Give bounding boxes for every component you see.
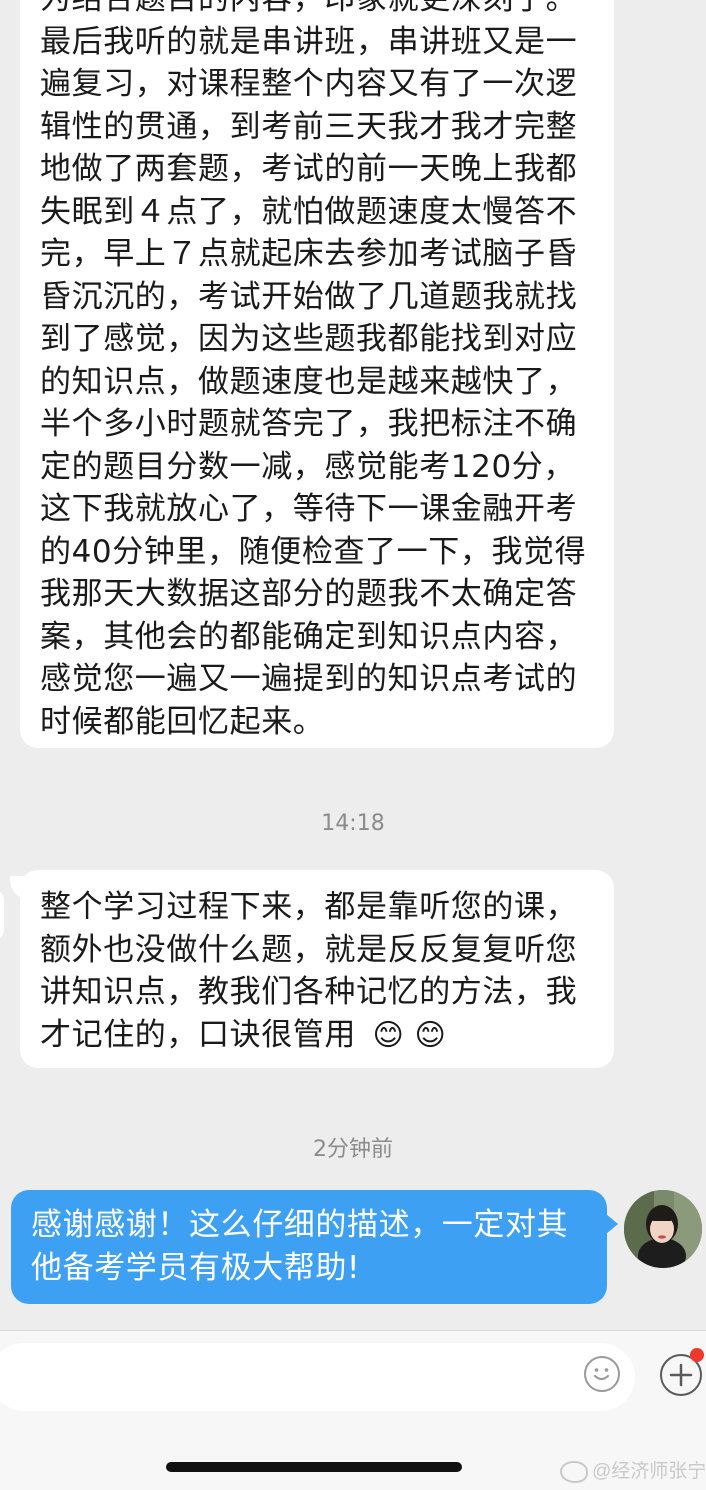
message-bubble-incoming-1[interactable]: 为结合题目的内容，印象就更深刻了。最后我听的就是串讲班，串讲班又是一遍复习，对课… xyxy=(20,0,614,748)
avatar[interactable] xyxy=(624,1190,702,1268)
bubble-tail xyxy=(10,876,32,900)
avatar-photo-icon xyxy=(624,1190,702,1268)
message-bubble-outgoing[interactable]: 感谢感谢！这么仔细的描述，一定对其他备考学员有极大帮助! xyxy=(11,1190,607,1304)
timestamp: 2分钟前 xyxy=(313,1137,393,1162)
home-indicator[interactable] xyxy=(166,1462,462,1472)
message-text: 整个学习过程下来，都是靠听您的课，额外也没做什么题，就是反反复复听您讲知识点，教… xyxy=(40,889,578,1053)
message-bubble-incoming-2[interactable]: 整个学习过程下来，都是靠听您的课，额外也没做什么题，就是反反复复听您讲知识点，教… xyxy=(10,870,614,1068)
weibo-logo-icon xyxy=(560,1460,588,1483)
watermark: @经济师张宁 xyxy=(560,1456,706,1484)
timestamp: 14:18 xyxy=(321,811,385,836)
emoji-icon[interactable] xyxy=(584,1356,620,1392)
smile-emoji-icon: 😊 😊 xyxy=(372,1017,447,1053)
message-text: 为结合题目的内容，印象就更深刻了。最后我听的就是串讲班，串讲班又是一遍复习，对课… xyxy=(40,0,587,740)
avatar-edge xyxy=(0,890,4,940)
watermark-text: @经济师张宁 xyxy=(592,1461,706,1482)
message-input[interactable] xyxy=(0,1343,635,1411)
notification-dot xyxy=(690,1348,704,1362)
message-text: 感谢感谢！这么仔细的描述，一定对其他备考学员有极大帮助! xyxy=(31,1207,569,1286)
bubble-tail xyxy=(606,1214,618,1234)
